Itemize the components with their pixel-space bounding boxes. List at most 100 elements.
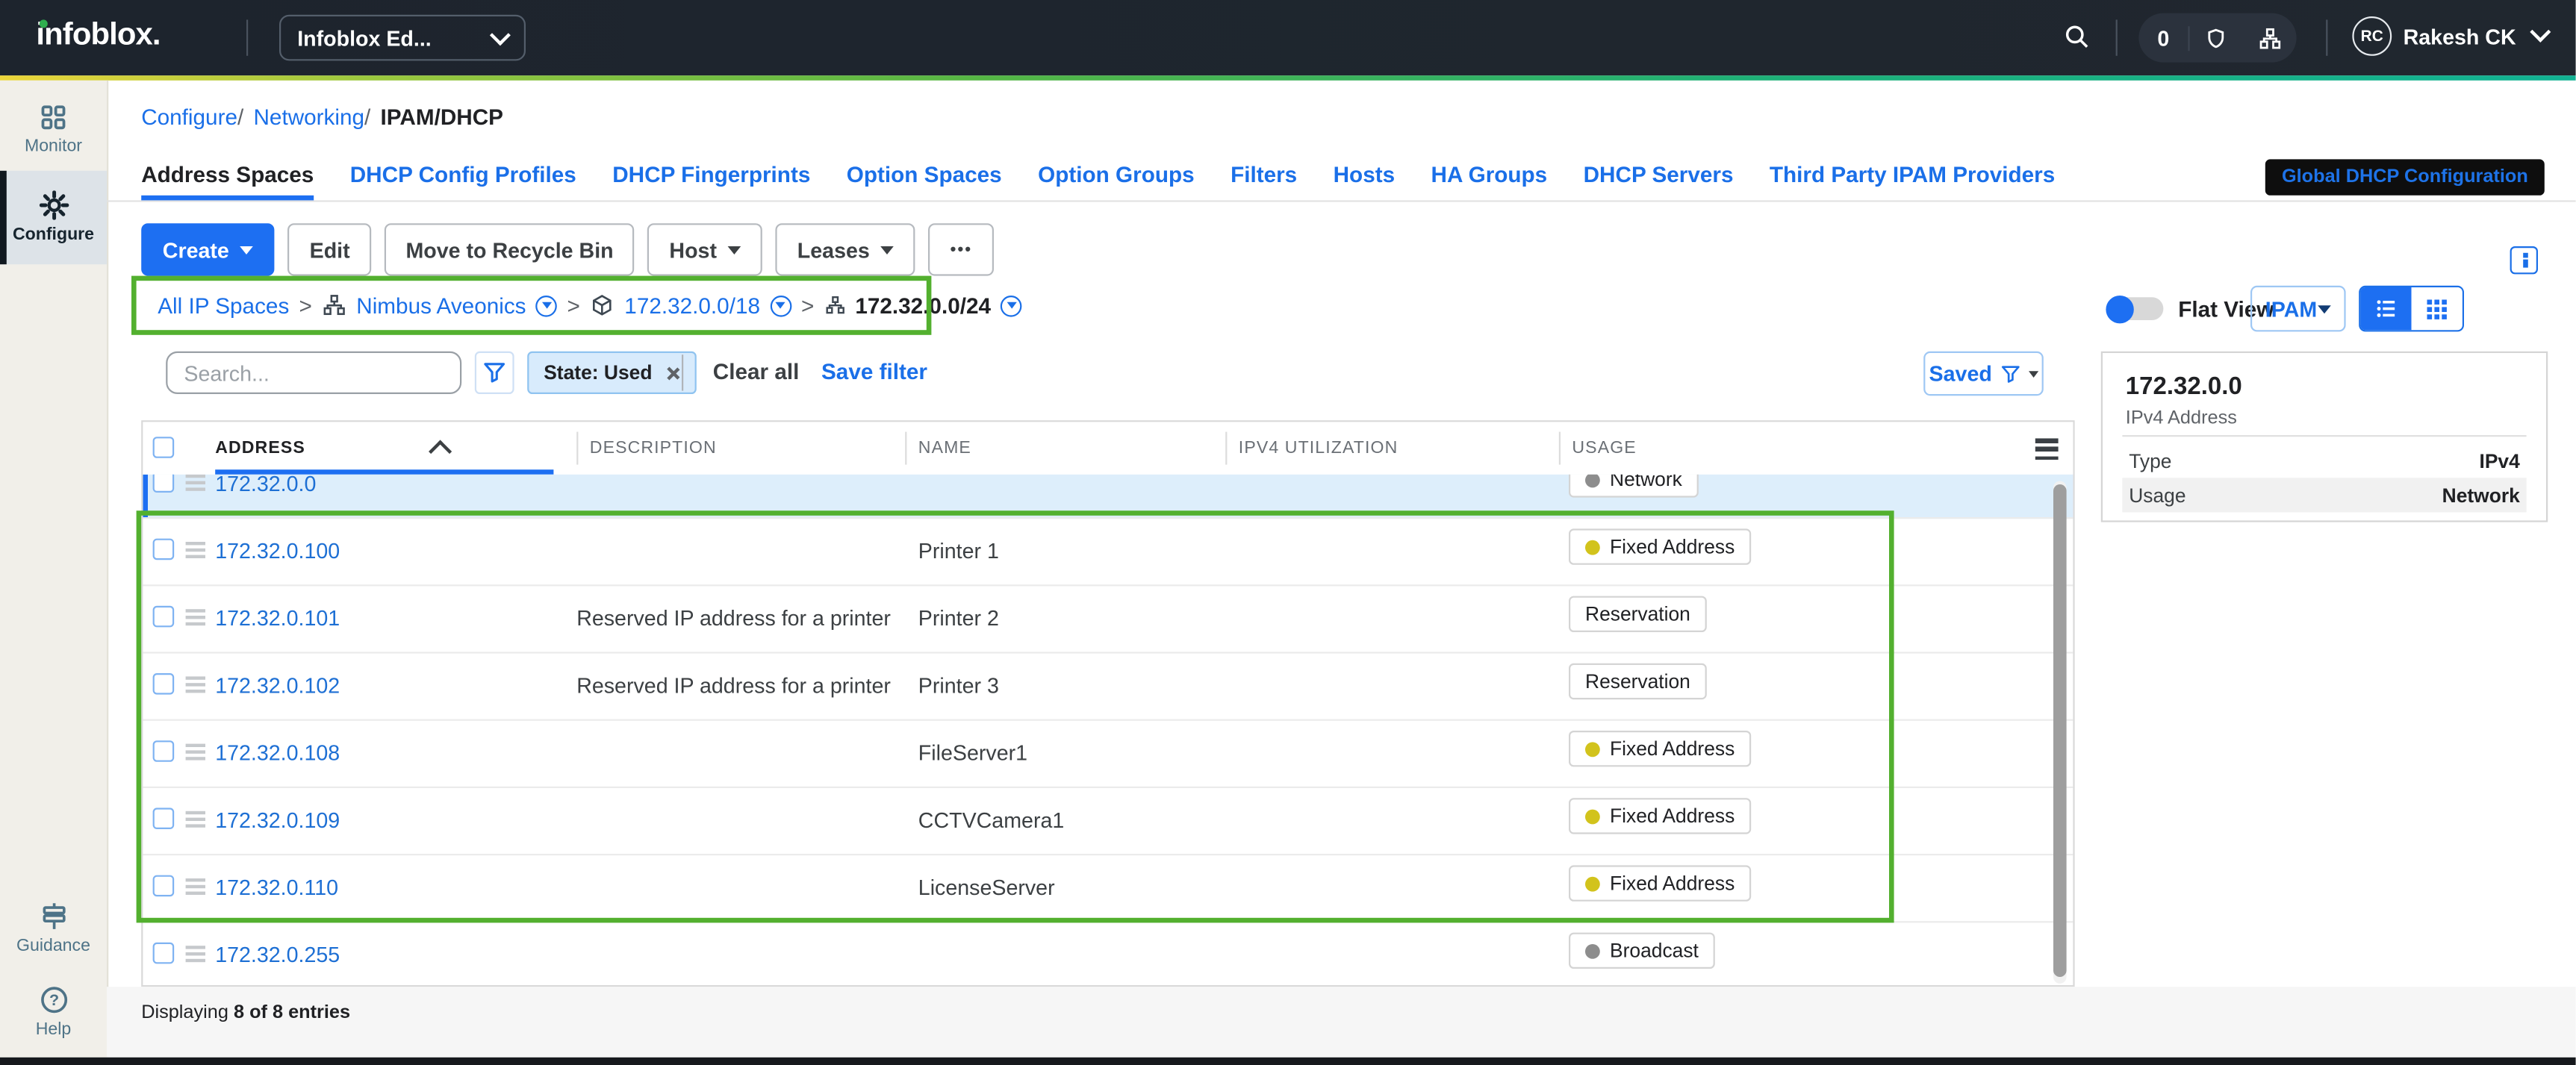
view-selector-dropdown[interactable]: IPAM [2250, 286, 2346, 332]
row-checkbox[interactable] [153, 673, 175, 695]
toggle-knob[interactable] [2106, 295, 2133, 322]
tab-option-groups[interactable]: Option Groups [1038, 151, 1195, 200]
sidebar-item-label: Monitor [0, 136, 107, 155]
notification-count[interactable]: 0 [2138, 25, 2189, 50]
row-checkbox[interactable] [153, 539, 175, 560]
edit-button[interactable]: Edit [288, 223, 371, 275]
usage-label: Fixed Address [1610, 872, 1735, 895]
user-name[interactable]: Rakesh CK [2404, 25, 2516, 49]
more-actions-button[interactable]: ••• [929, 223, 994, 275]
usage-label: Reservation [1585, 670, 1690, 693]
tab-dhcp-servers[interactable]: DHCP Servers [1584, 151, 1734, 200]
all-ip-spaces-link[interactable]: All IP Spaces [158, 293, 289, 318]
column-settings-icon[interactable] [2035, 438, 2059, 460]
filter-funnel-button[interactable] [475, 352, 514, 394]
address-link[interactable]: 172.32.0.101 [215, 606, 340, 631]
column-header-usage[interactable]: USAGE [1572, 438, 1636, 457]
search-icon[interactable] [2063, 23, 2091, 51]
tab-option-spaces[interactable]: Option Spaces [847, 151, 1002, 200]
table-row[interactable]: 172.32.0.102 Reserved IP address for a p… [143, 652, 2073, 720]
column-header-name[interactable]: NAME [918, 438, 971, 457]
drag-handle-icon[interactable] [186, 811, 205, 827]
network-topology-icon[interactable] [2243, 25, 2297, 50]
saved-filters-button[interactable]: Saved [1923, 352, 2044, 396]
column-header-address[interactable]: ADDRESS [215, 438, 305, 457]
drag-handle-icon[interactable] [186, 542, 205, 558]
drag-handle-icon[interactable] [186, 475, 205, 490]
save-filter-link[interactable]: Save filter [821, 360, 927, 384]
global-dhcp-configuration-button[interactable]: Global DHCP Configuration [2265, 159, 2545, 195]
row-checkbox[interactable] [153, 875, 175, 897]
tab-third-party-ipam[interactable]: Third Party IPAM Providers [1770, 151, 2055, 200]
table-row[interactable]: 172.32.0.109 CCTVCamera1 Fixed Address [143, 787, 2073, 855]
address-link[interactable]: 172.32.0.100 [215, 539, 340, 563]
info-icon[interactable] [2510, 246, 2538, 274]
column-header-ipv4-utilization[interactable]: IPV4 UTILIZATION [1239, 438, 1399, 457]
row-checkbox[interactable] [153, 943, 175, 964]
address-link[interactable]: 172.32.0.108 [215, 740, 340, 765]
table-row[interactable]: 172.32.0.101 Reserved IP address for a p… [143, 584, 2073, 653]
filter-chip-state-used[interactable]: State: Used [527, 352, 697, 394]
row-checkbox[interactable] [153, 606, 175, 628]
table-row[interactable]: 172.32.0.0 Network [143, 475, 2073, 519]
address-link[interactable]: 172.32.0.110 [215, 875, 338, 900]
divider [682, 355, 683, 390]
detail-title: 172.32.0.0 [2126, 372, 2242, 400]
sidebar-item-configure[interactable]: Configure [0, 170, 107, 263]
saved-label: Saved [1929, 361, 1992, 386]
tab-ha-groups[interactable]: HA Groups [1431, 151, 1548, 200]
flat-view-toggle[interactable] [2108, 297, 2164, 320]
chevron-down-icon [2318, 304, 2331, 313]
drag-handle-icon[interactable] [186, 946, 205, 961]
shield-icon[interactable] [2190, 25, 2244, 50]
leases-button[interactable]: Leases [776, 223, 915, 275]
grid-view-button[interactable] [2412, 287, 2463, 330]
sidebar-item-guidance[interactable]: Guidance [0, 901, 107, 955]
table-row[interactable]: 172.32.0.100 Printer 1 Fixed Address [143, 517, 2073, 586]
sort-ascending-icon[interactable] [429, 440, 452, 463]
network-18-link[interactable]: 172.32.0.0/18 [624, 293, 760, 318]
row-checkbox[interactable] [153, 475, 175, 493]
tab-filters[interactable]: Filters [1231, 151, 1297, 200]
avatar[interactable]: RC [2352, 16, 2392, 56]
drag-handle-icon[interactable] [186, 878, 205, 894]
scrollbar-thumb[interactable] [2053, 484, 2067, 977]
close-icon[interactable] [665, 366, 680, 381]
address-link[interactable]: 172.32.0.102 [215, 673, 340, 698]
breadcrumb-networking[interactable]: Networking [253, 105, 370, 130]
table-row[interactable]: 172.32.0.110 LicenseServer Fixed Address [143, 854, 2073, 922]
tab-address-spaces[interactable]: Address Spaces [141, 151, 314, 200]
circled-chevron-icon[interactable] [536, 295, 558, 316]
drag-handle-icon[interactable] [186, 609, 205, 625]
address-link[interactable]: 172.32.0.109 [215, 808, 340, 832]
create-label: Create [163, 237, 229, 262]
tab-hosts[interactable]: Hosts [1334, 151, 1396, 200]
drag-handle-icon[interactable] [186, 744, 205, 760]
create-button[interactable]: Create [141, 223, 275, 275]
table-header: ADDRESS DESCRIPTION NAME IPV4 UTILIZATIO… [143, 422, 2073, 474]
row-checkbox[interactable] [153, 740, 175, 762]
move-to-recycle-bin-button[interactable]: Move to Recycle Bin [385, 223, 635, 275]
drag-handle-icon[interactable] [186, 676, 205, 692]
list-view-button[interactable] [2360, 287, 2411, 330]
table-row[interactable]: 172.32.0.108 FileServer1 Fixed Address [143, 719, 2073, 788]
column-header-description[interactable]: DESCRIPTION [590, 438, 717, 457]
clear-all-button[interactable]: Clear all [713, 360, 800, 384]
tab-dhcp-config-profiles[interactable]: DHCP Config Profiles [350, 151, 576, 200]
ip-space-link[interactable]: Nimbus Aveonics [356, 293, 526, 318]
table-row[interactable]: 172.32.0.255 Broadcast [143, 921, 2073, 987]
select-all-checkbox[interactable] [153, 437, 175, 458]
search-input[interactable] [166, 352, 461, 394]
host-button[interactable]: Host [648, 223, 763, 275]
chevron-down-icon[interactable] [2530, 22, 2551, 43]
app-selector-dropdown[interactable]: Infoblox Ed... [279, 15, 526, 61]
sidebar-item-help[interactable]: ? Help [0, 984, 107, 1039]
address-link[interactable]: 172.32.0.0 [215, 475, 316, 496]
circled-chevron-icon[interactable] [1001, 295, 1022, 316]
circled-chevron-icon[interactable] [770, 295, 791, 316]
sidebar-item-monitor[interactable]: Monitor [0, 103, 107, 155]
tab-dhcp-fingerprints[interactable]: DHCP Fingerprints [612, 151, 810, 200]
address-link[interactable]: 172.32.0.255 [215, 943, 340, 967]
row-checkbox[interactable] [153, 808, 175, 829]
breadcrumb-configure[interactable]: Configure [141, 105, 243, 130]
